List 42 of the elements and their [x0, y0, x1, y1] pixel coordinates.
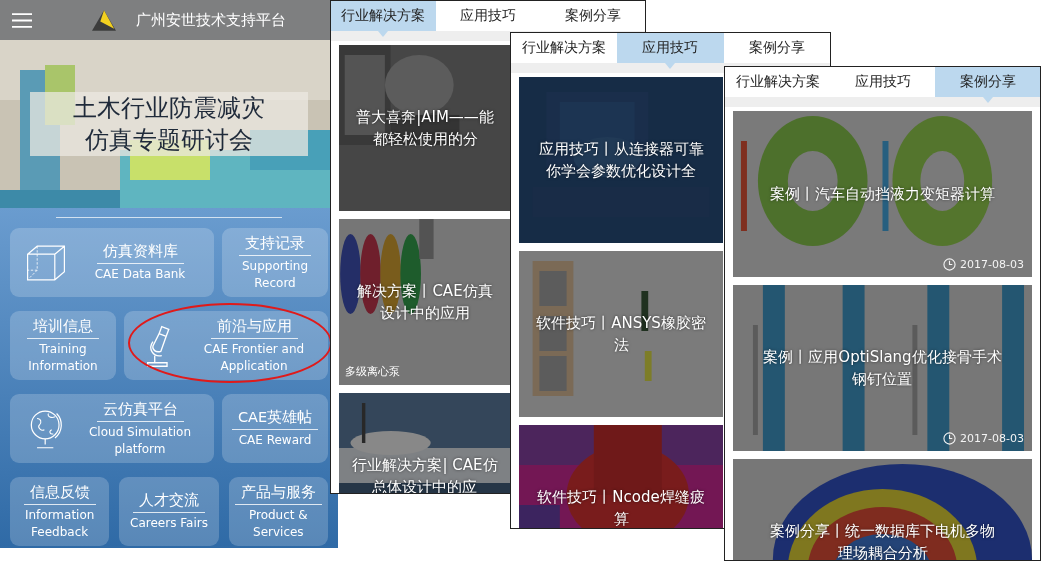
image-caption: 多级离心泵	[345, 364, 400, 379]
tab[interactable]: 案例分享	[935, 67, 1040, 97]
menu-tile[interactable]: 产品与服务 Product & Services	[228, 477, 328, 546]
post-date: 2017-08-03	[960, 258, 1024, 271]
tile-subtitle: Information Feedback	[23, 506, 96, 541]
tile-subtitle: CAE Data Bank	[93, 266, 187, 283]
article-title: 解决方案丨CAE仿真 设计中的应用	[357, 281, 493, 324]
tile-subtitle: CAE Reward	[237, 432, 313, 449]
article-title: 应用技巧丨从连接器可靠 你学会参数优化设计全	[538, 139, 704, 182]
tab[interactable]: 应用技巧	[617, 33, 724, 63]
tile-subtitle: CAE Frontier and Application	[202, 340, 306, 375]
article-title: 普大喜奔|AIM——能 都轻松使用的分	[356, 107, 494, 150]
tile-subtitle: Training Information	[27, 340, 99, 375]
tile-subtitle: Product & Services	[247, 506, 309, 541]
tile-title: 云仿真平台	[96, 399, 184, 422]
menu-tile[interactable]: 人才交流 Careers Fairs	[119, 477, 219, 546]
menu-icon[interactable]	[12, 12, 32, 28]
app-title: 广州安世技术支持平台	[136, 10, 286, 30]
logo-icon	[92, 9, 116, 31]
article-card[interactable]: 普大喜奔|AIM——能 都轻松使用的分	[339, 45, 511, 211]
tile-subtitle: Supporting Record	[241, 257, 309, 292]
tile-title: 支持记录	[239, 233, 311, 256]
pointer-icon	[665, 63, 676, 69]
clock-icon	[943, 258, 957, 271]
article-card[interactable]: 应用技巧丨从连接器可靠 你学会参数优化设计全	[519, 77, 723, 243]
tab[interactable]: 行业解决方案	[331, 1, 436, 31]
tile-subtitle: Cloud Simulation platform	[88, 423, 192, 458]
tile-subtitle: Careers Fairs	[129, 515, 209, 532]
article-card[interactable]: 解决方案丨CAE仿真 设计中的应用 多级离心泵	[339, 219, 511, 385]
tile-title: CAE英雄帖	[231, 408, 319, 430]
tile-title: 培训信息	[27, 316, 99, 339]
pointer-icon	[378, 31, 389, 37]
tile-title: 前沿与应用	[210, 316, 298, 339]
article-card[interactable]: 软件技巧丨Ncode焊缝疲 算	[519, 425, 723, 528]
tile-title: 仿真资料库	[96, 242, 184, 264]
tile-title: 产品与服务	[234, 482, 322, 505]
tile-title: 人才交流	[133, 491, 205, 513]
tile-title: 信息反馈	[23, 482, 96, 505]
pointer-icon	[982, 97, 993, 103]
clock-icon	[943, 432, 957, 445]
article-title: 软件技巧丨Ncode焊缝疲 算	[537, 487, 705, 528]
menu-tile[interactable]: 信息反馈 Information Feedback	[10, 477, 110, 546]
